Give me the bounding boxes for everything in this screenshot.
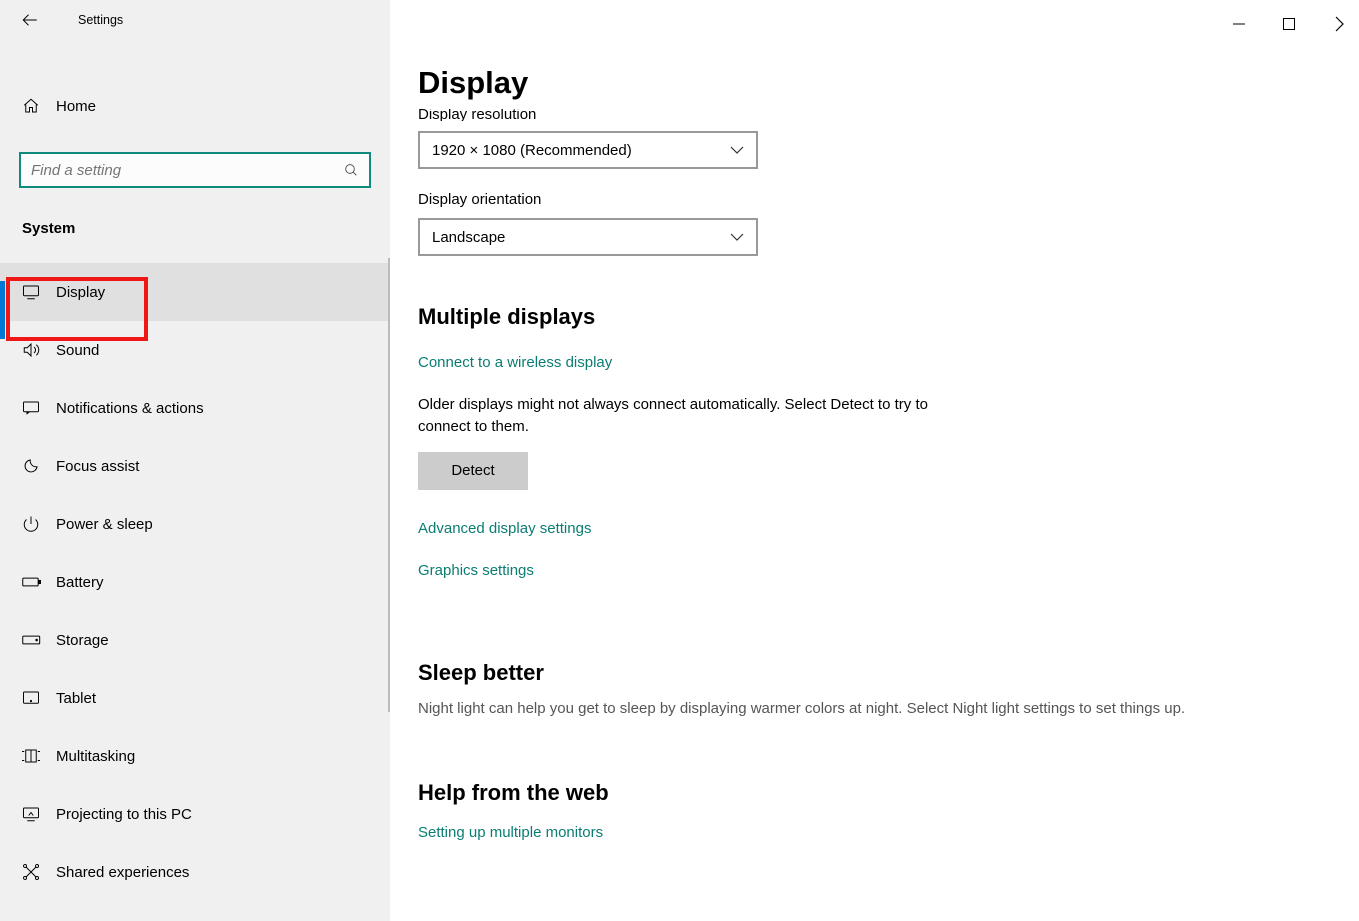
resolution-value: 1920 × 1080 (Recommended) [432, 142, 632, 159]
nav-list: Display Sound Notifications & actions Fo… [0, 263, 390, 901]
sidebar-item-label: Notifications & actions [56, 400, 204, 417]
orientation-value: Landscape [432, 229, 505, 246]
sidebar-item-battery[interactable]: Battery [0, 553, 390, 611]
sidebar-item-label: Shared experiences [56, 864, 189, 881]
detect-button[interactable]: Detect [418, 452, 528, 490]
section-title-system: System [0, 188, 390, 237]
sidebar-item-label: Tablet [56, 690, 96, 707]
power-icon [22, 515, 56, 533]
sidebar-item-focus-assist[interactable]: Focus assist [0, 437, 390, 495]
sidebar-item-label: Battery [56, 574, 104, 591]
multitasking-icon [22, 748, 56, 764]
sidebar-item-label: Sound [56, 342, 99, 359]
sidebar-item-storage[interactable]: Storage [0, 611, 390, 669]
maximize-button[interactable] [1279, 14, 1299, 34]
sleep-description: Night light can help you get to sleep by… [418, 698, 1318, 721]
sidebar-item-notifications[interactable]: Notifications & actions [0, 379, 390, 437]
sidebar-item-label: Multitasking [56, 748, 135, 765]
help-link-multiple-monitors[interactable]: Setting up multiple monitors [418, 824, 603, 841]
search-icon [343, 162, 359, 178]
minimize-button[interactable] [1229, 14, 1249, 34]
graphics-settings-link[interactable]: Graphics settings [418, 562, 534, 579]
sidebar-item-shared-experiences[interactable]: Shared experiences [0, 843, 390, 901]
tablet-icon [22, 690, 56, 706]
home-label: Home [56, 98, 96, 115]
sidebar: Settings Home System Display Sound [0, 0, 390, 921]
orientation-label: Display orientation [418, 191, 1331, 208]
sidebar-item-multitasking[interactable]: Multitasking [0, 727, 390, 785]
sidebar-item-projecting[interactable]: Projecting to this PC [0, 785, 390, 843]
display-icon [22, 284, 56, 300]
main-content: Display Display resolution 1920 × 1080 (… [390, 0, 1359, 921]
chevron-right-icon [1333, 16, 1345, 32]
sidebar-item-sound[interactable]: Sound [0, 321, 390, 379]
battery-icon [22, 575, 56, 589]
chevron-down-icon [730, 233, 744, 241]
storage-icon [22, 634, 56, 646]
home-icon [22, 97, 56, 115]
search-input[interactable] [31, 162, 343, 179]
sidebar-item-label: Projecting to this PC [56, 806, 192, 823]
notifications-icon [22, 400, 56, 416]
sidebar-item-display[interactable]: Display [0, 263, 390, 321]
arrow-left-icon [21, 11, 39, 29]
resolution-dropdown[interactable]: 1920 × 1080 (Recommended) [418, 131, 758, 169]
connect-wireless-link[interactable]: Connect to a wireless display [418, 354, 612, 371]
window-title: Settings [78, 13, 123, 27]
minimize-icon [1233, 18, 1245, 30]
chevron-down-icon [730, 146, 744, 154]
advanced-display-link[interactable]: Advanced display settings [418, 520, 591, 537]
forward-button[interactable] [1329, 12, 1349, 36]
titlebar: Settings [0, 0, 390, 40]
maximize-icon [1283, 18, 1295, 30]
sidebar-item-label: Display [56, 284, 105, 301]
resolution-label: Display resolution [418, 109, 1331, 121]
home-nav-item[interactable]: Home [0, 84, 390, 128]
multiple-displays-heading: Multiple displays [418, 304, 1331, 330]
orientation-dropdown[interactable]: Landscape [418, 218, 758, 256]
page-title: Display [390, 0, 1359, 101]
sidebar-item-label: Storage [56, 632, 109, 649]
active-indicator [0, 281, 5, 339]
shared-experiences-icon [22, 863, 56, 881]
search-container [19, 152, 371, 188]
back-button[interactable] [20, 10, 40, 30]
window-controls [1229, 12, 1349, 36]
search-box[interactable] [19, 152, 371, 188]
projecting-icon [22, 806, 56, 822]
sidebar-item-tablet[interactable]: Tablet [0, 669, 390, 727]
detect-description: Older displays might not always connect … [418, 394, 978, 438]
sidebar-item-power-sleep[interactable]: Power & sleep [0, 495, 390, 553]
sidebar-item-label: Focus assist [56, 458, 139, 475]
sleep-better-heading: Sleep better [418, 660, 1331, 686]
sidebar-item-label: Power & sleep [56, 516, 153, 533]
help-heading: Help from the web [418, 780, 1331, 806]
focus-assist-icon [22, 457, 56, 475]
sound-icon [22, 341, 56, 359]
